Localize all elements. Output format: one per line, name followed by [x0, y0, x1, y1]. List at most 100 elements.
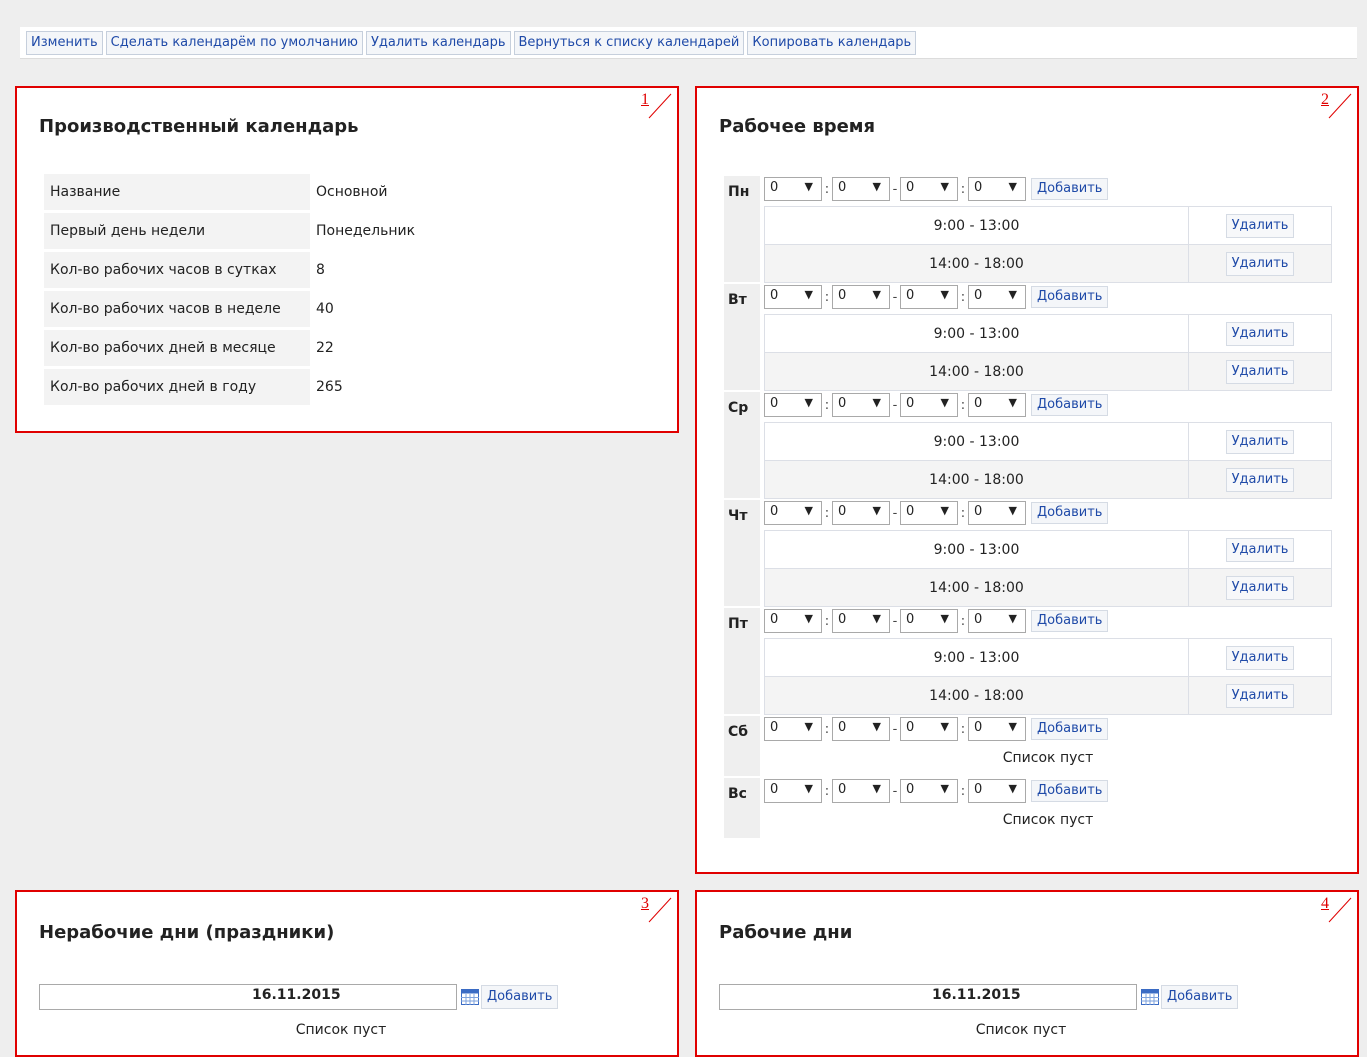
interval-actions: Удалить — [1188, 530, 1332, 569]
add-interval-button[interactable]: Добавить — [1031, 502, 1109, 524]
delete-interval-button[interactable]: Удалить — [1225, 359, 1295, 384]
time-separator: : — [960, 505, 966, 521]
interval-time: 14:00 - 18:00 — [764, 352, 1189, 391]
interval-actions: Удалить — [1188, 206, 1332, 245]
start-minute-select[interactable]: 0 ▼ — [832, 717, 890, 741]
delete-interval-button[interactable]: Удалить — [1225, 251, 1295, 276]
time-separator: : — [824, 181, 830, 197]
dropdown-arrow-icon: ▼ — [940, 396, 949, 409]
add-holiday-button[interactable]: Добавить — [481, 985, 559, 1009]
working-date-input[interactable]: 16.11.2015 — [719, 984, 1137, 1010]
end-minute-select[interactable]: 0 ▼ — [968, 285, 1026, 309]
back-to-list-button[interactable]: Вернуться к списку календарей — [513, 31, 745, 55]
select-value: 0 — [906, 782, 915, 797]
time-separator: - — [892, 505, 898, 521]
property-label: Название — [44, 174, 310, 210]
dropdown-arrow-icon: ▼ — [804, 720, 813, 733]
interval-actions: Удалить — [1188, 352, 1332, 391]
start-hour-select[interactable]: 0 ▼ — [764, 779, 822, 803]
add-interval-button[interactable]: Добавить — [1031, 718, 1109, 740]
start-hour-select[interactable]: 0 ▼ — [764, 501, 822, 525]
delete-interval-button[interactable]: Удалить — [1225, 645, 1295, 670]
select-value: 0 — [974, 612, 983, 627]
set-default-calendar-button[interactable]: Сделать календарём по умолчанию — [105, 31, 363, 55]
delete-interval-button[interactable]: Удалить — [1225, 537, 1295, 562]
add-interval-button[interactable]: Добавить — [1031, 610, 1109, 632]
time-separator: : — [824, 613, 830, 629]
day-block-wed: Ср 0 ▼:0 ▼ -0 ▼:0 ▼ Добавить 9:00 - 13:00 Удалить… — [724, 392, 1334, 499]
panel-title: Производственный календарь — [39, 116, 359, 137]
time-separator: : — [824, 721, 830, 737]
dropdown-arrow-icon: ▼ — [872, 782, 881, 795]
copy-calendar-button[interactable]: Копировать календарь — [747, 31, 917, 55]
start-hour-select[interactable]: 0 ▼ — [764, 285, 822, 309]
start-hour-select[interactable]: 0 ▼ — [764, 717, 822, 741]
time-range-controls: 0 ▼:0 ▼ -0 ▼:0 ▼ Добавить — [764, 716, 1109, 742]
working-time-panel: 2 Рабочее время Пн 0 ▼:0 ▼ -0 ▼:0 ▼ Добавить 9:0… — [695, 86, 1359, 874]
start-minute-select[interactable]: 0 ▼ — [832, 285, 890, 309]
property-label: Кол-во рабочих дней в году — [44, 369, 310, 405]
table-row: Кол-во рабочих часов в неделе 40 — [44, 291, 421, 327]
calendar-icon[interactable] — [461, 989, 479, 1005]
start-minute-select[interactable]: 0 ▼ — [832, 177, 890, 201]
interval-row: 9:00 - 13:00 Удалить — [764, 638, 1332, 677]
delete-interval-button[interactable]: Удалить — [1225, 321, 1295, 346]
end-minute-select[interactable]: 0 ▼ — [968, 609, 1026, 633]
day-label: Вс — [724, 778, 760, 838]
time-range-controls: 0 ▼:0 ▼ -0 ▼:0 ▼ Добавить — [764, 284, 1109, 310]
start-minute-select[interactable]: 0 ▼ — [832, 609, 890, 633]
add-working-day-button[interactable]: Добавить — [1161, 985, 1239, 1009]
day-label: Пт — [724, 608, 760, 714]
panel-number-marker: 3 — [637, 895, 673, 926]
delete-interval-button[interactable]: Удалить — [1225, 575, 1295, 600]
empty-list-text: Список пуст — [295, 1022, 387, 1038]
add-interval-button[interactable]: Добавить — [1031, 394, 1109, 416]
end-minute-select[interactable]: 0 ▼ — [968, 779, 1026, 803]
delete-interval-button[interactable]: Удалить — [1225, 467, 1295, 492]
delete-interval-button[interactable]: Удалить — [1225, 683, 1295, 708]
end-hour-select[interactable]: 0 ▼ — [900, 501, 958, 525]
panel-title: Нерабочие дни (праздники) — [39, 922, 335, 943]
add-interval-button[interactable]: Добавить — [1031, 178, 1109, 200]
empty-list-text: Список пуст — [1002, 812, 1094, 828]
delete-calendar-button[interactable]: Удалить календарь — [366, 31, 511, 55]
start-minute-select[interactable]: 0 ▼ — [832, 779, 890, 803]
start-minute-select[interactable]: 0 ▼ — [832, 393, 890, 417]
add-interval-button[interactable]: Добавить — [1031, 780, 1109, 802]
end-minute-select[interactable]: 0 ▼ — [968, 717, 1026, 741]
end-hour-select[interactable]: 0 ▼ — [900, 285, 958, 309]
end-minute-select[interactable]: 0 ▼ — [968, 501, 1026, 525]
start-hour-select[interactable]: 0 ▼ — [764, 609, 822, 633]
select-value: 0 — [770, 396, 779, 411]
start-minute-select[interactable]: 0 ▼ — [832, 501, 890, 525]
delete-interval-button[interactable]: Удалить — [1225, 213, 1295, 238]
dropdown-arrow-icon: ▼ — [1008, 720, 1017, 733]
end-hour-select[interactable]: 0 ▼ — [900, 779, 958, 803]
holiday-date-row: 16.11.2015 Добавить — [39, 984, 559, 1010]
start-hour-select[interactable]: 0 ▼ — [764, 177, 822, 201]
time-separator: - — [892, 397, 898, 413]
end-minute-select[interactable]: 0 ▼ — [968, 177, 1026, 201]
calendar-icon[interactable] — [1141, 989, 1159, 1005]
edit-button[interactable]: Изменить — [26, 31, 103, 55]
interval-time: 14:00 - 18:00 — [764, 568, 1189, 607]
end-hour-select[interactable]: 0 ▼ — [900, 717, 958, 741]
select-value: 0 — [838, 782, 847, 797]
select-value: 0 — [838, 396, 847, 411]
property-label: Кол-во рабочих дней в месяце — [44, 330, 310, 366]
end-hour-select[interactable]: 0 ▼ — [900, 609, 958, 633]
start-hour-select[interactable]: 0 ▼ — [764, 393, 822, 417]
end-hour-select[interactable]: 0 ▼ — [900, 177, 958, 201]
delete-interval-button[interactable]: Удалить — [1225, 429, 1295, 454]
interval-time: 14:00 - 18:00 — [764, 460, 1189, 499]
end-hour-select[interactable]: 0 ▼ — [900, 393, 958, 417]
dropdown-arrow-icon: ▼ — [804, 504, 813, 517]
interval-time: 14:00 - 18:00 — [764, 244, 1189, 283]
end-minute-select[interactable]: 0 ▼ — [968, 393, 1026, 417]
dropdown-arrow-icon: ▼ — [940, 180, 949, 193]
add-interval-button[interactable]: Добавить — [1031, 286, 1109, 308]
holiday-date-input[interactable]: 16.11.2015 — [39, 984, 457, 1010]
dropdown-arrow-icon: ▼ — [804, 288, 813, 301]
table-row: Название Основной — [44, 174, 421, 210]
interval-row: 9:00 - 13:00 Удалить — [764, 314, 1332, 353]
